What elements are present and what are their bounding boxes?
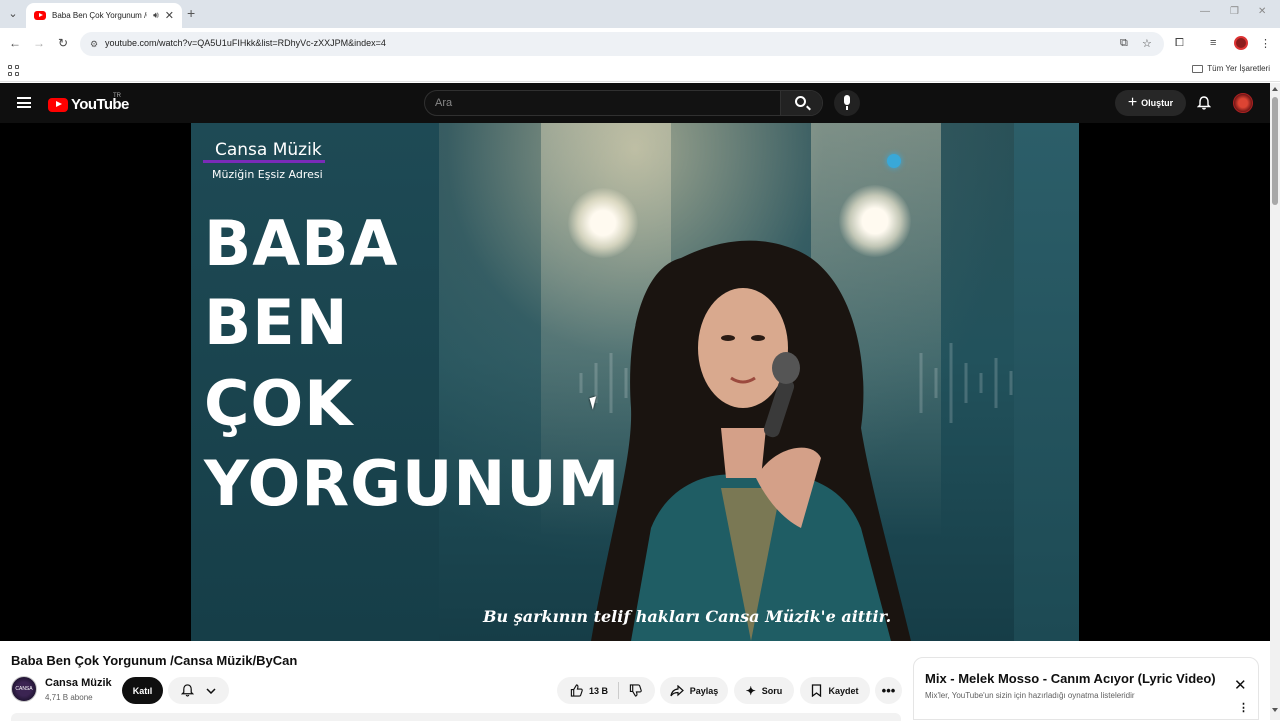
menu-icon[interactable] [17, 97, 31, 108]
more-vertical-icon[interactable]: ⋮ [1238, 703, 1249, 713]
share-button[interactable]: Paylaş [660, 677, 728, 704]
bookmarks-bar: Tüm Yer İşaretleri [0, 60, 1280, 82]
like-dislike-group: 13 B [557, 677, 655, 704]
notifications-bell-icon[interactable] [1197, 96, 1211, 110]
ask-button[interactable]: ✦ Soru [734, 677, 794, 704]
create-button[interactable]: + Oluştur [1115, 90, 1186, 116]
share-label: Paylaş [689, 685, 719, 696]
video-title-line: BEN [204, 286, 349, 359]
scroll-down-icon[interactable] [1272, 708, 1278, 712]
channel-name[interactable]: Cansa Müzik [45, 677, 112, 689]
search-box [424, 90, 823, 116]
bell-icon [181, 684, 194, 697]
search-button[interactable] [780, 91, 822, 115]
microphone-stem [846, 106, 848, 110]
new-tab-icon[interactable]: + [187, 5, 195, 21]
youtube-favicon-icon [34, 11, 46, 20]
extensions-icon[interactable]: ⧠ [1175, 37, 1184, 50]
search-icon [795, 96, 806, 107]
subscriber-count: 4,71 B abone [45, 693, 93, 702]
window-close-icon[interactable]: ✕ [1258, 6, 1266, 17]
mix-description: Mix'ler, YouTube'un sizin için hazırladı… [925, 691, 1135, 700]
tab-close-icon[interactable]: ✕ [165, 9, 174, 22]
microphone-icon [844, 95, 850, 105]
video-frame[interactable]: Cansa Müzik Müziğin Eşsiz Adresi BABA BE… [191, 123, 1079, 641]
mix-title[interactable]: Mix - Melek Mosso - Canım Acıyor (Lyric … [925, 671, 1216, 686]
video-title: Baba Ben Çok Yorgunum /Cansa Müzik/ByCan [11, 653, 298, 668]
like-button[interactable]: 13 B [570, 682, 619, 699]
restore-icon[interactable]: ❐ [1230, 6, 1239, 17]
region-code: TR [113, 93, 121, 99]
blue-stage-light [887, 154, 901, 168]
page-scrollbar[interactable] [1270, 83, 1280, 720]
tab-title: Baba Ben Çok Yorgunum /C [52, 11, 148, 20]
thumbs-down-icon[interactable] [629, 684, 642, 697]
account-avatar[interactable] [1233, 93, 1253, 113]
reload-icon[interactable]: ↻ [55, 36, 71, 50]
singer-illustration [591, 240, 911, 641]
youtube-masthead: YouTube TR + Oluştur [0, 83, 1270, 123]
video-player[interactable]: Cansa Müzik Müziğin Eşsiz Adresi BABA BE… [0, 123, 1270, 641]
close-icon[interactable]: ✕ [1234, 676, 1247, 694]
youtube-play-icon [48, 97, 68, 112]
bookmark-icon [812, 684, 822, 697]
apps-grid-icon[interactable] [8, 65, 19, 76]
plus-icon: + [1127, 94, 1138, 111]
scroll-up-icon[interactable] [1272, 87, 1278, 91]
folder-icon [1192, 64, 1204, 73]
video-title-line: ÇOK [204, 367, 354, 440]
minimize-icon[interactable]: — [1200, 6, 1210, 17]
all-bookmarks-label: Tüm Yer İşaretleri [1207, 64, 1270, 73]
thumbs-up-icon [570, 684, 583, 697]
sparkle-icon: ✦ [745, 683, 756, 698]
browser-tab-bar: ⌄ Baba Ben Çok Yorgunum /C 🔊︎ ✕ + — ❐ ✕ [0, 0, 1280, 28]
more-actions-button[interactable]: ••• [875, 677, 902, 704]
brand-underline [203, 160, 325, 163]
profile-avatar-icon[interactable] [1234, 36, 1248, 50]
like-count: 13 B [588, 685, 608, 696]
forward-icon[interactable]: → [31, 36, 47, 50]
watch-metadata: Baba Ben Çok Yorgunum /Cansa Müzik/ByCan… [0, 641, 1270, 721]
share-icon [670, 684, 684, 696]
channel-brand-subtitle: Müziğin Eşsiz Adresi [212, 168, 323, 181]
speaker-icon[interactable]: 🔊︎ [153, 10, 159, 21]
subscribed-notifications-button[interactable] [168, 677, 229, 704]
more-horizontal-icon: ••• [881, 683, 896, 698]
scroll-thumb[interactable] [1272, 97, 1278, 205]
channel-avatar[interactable]: CANSA [11, 676, 37, 702]
browser-toolbar: ← → ↻ ⚙ youtube.com/watch?v=QA5U1uFIHkk&… [0, 28, 1280, 60]
voice-search-button[interactable] [834, 90, 860, 116]
channel-brand-text: Cansa Müzik [215, 140, 322, 160]
media-control-icon[interactable]: ≡ [1210, 37, 1216, 49]
chevron-down-icon [206, 687, 216, 694]
tab-search-icon[interactable]: ⌄ [4, 6, 22, 22]
save-label: Kaydet [828, 685, 859, 696]
ask-label: Soru [761, 685, 783, 696]
search-input[interactable] [425, 91, 781, 115]
address-bar[interactable]: ⚙ youtube.com/watch?v=QA5U1uFIHkk&list=R… [80, 32, 1164, 56]
cast-icon[interactable]: ⧉ [1120, 37, 1128, 50]
browser-menu-icon[interactable]: ⋮ [1260, 37, 1271, 50]
create-label: Oluştur [1141, 98, 1174, 108]
video-title-line: BABA [204, 207, 399, 280]
join-button[interactable]: Katıl [122, 677, 163, 704]
all-bookmarks[interactable]: Tüm Yer İşaretleri [1192, 64, 1270, 73]
mix-playlist-panel: Mix - Melek Mosso - Canım Acıyor (Lyric … [913, 657, 1259, 720]
browser-tab[interactable]: Baba Ben Çok Yorgunum /C 🔊︎ ✕ [26, 3, 182, 28]
bookmark-star-icon[interactable]: ☆ [1142, 37, 1152, 50]
video-title-line: YORGUNUM [204, 447, 621, 520]
site-info-icon[interactable]: ⚙ [88, 38, 100, 50]
save-button[interactable]: Kaydet [800, 677, 870, 704]
back-icon[interactable]: ← [7, 36, 23, 50]
copyright-notice: Bu şarkının telif hakları Cansa Müzik'e … [483, 607, 892, 626]
url-text[interactable]: youtube.com/watch?v=QA5U1uFIHkk&list=RDh… [105, 38, 386, 48]
